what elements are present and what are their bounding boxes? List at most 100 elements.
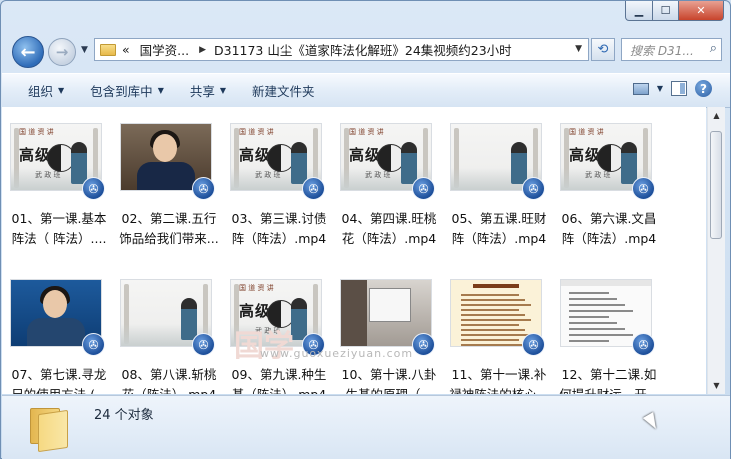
file-name-line2: 花（阵法）.mp4	[341, 231, 437, 246]
share-label: 共享	[189, 84, 215, 99]
dropdown-arrow-icon: ▼	[219, 86, 227, 95]
scroll-thumb[interactable]	[710, 131, 722, 239]
new-folder-button[interactable]: 新建文件夹	[252, 81, 315, 100]
dropdown-arrow-icon: ▼	[58, 86, 65, 95]
dropdown-arrow-icon: ▼	[157, 86, 164, 95]
toolbar-right: ▼ ?	[632, 80, 712, 97]
thumb-subtitle: 武 政 班	[585, 171, 611, 179]
file-name-line2: 基（阵法）.mp4	[226, 385, 332, 394]
media-player-icon: ✇	[82, 177, 105, 200]
breadcrumb-item-parent[interactable]: 国学资...	[140, 40, 189, 59]
change-view-icon[interactable]	[632, 82, 649, 95]
thumb-top-label: 国 道 资 讲	[239, 128, 274, 136]
item-count: 24 个对象	[94, 408, 154, 423]
file-name-line2: 花（阵法）.mp4	[116, 385, 222, 394]
media-player-icon: ✇	[632, 177, 655, 200]
media-player-icon: ✇	[192, 333, 215, 356]
file-name-line2: 阵（阵法）.mp4	[451, 231, 547, 246]
search-input[interactable]: 搜索 D31... ⌕	[621, 38, 722, 61]
media-player-icon: ✇	[522, 333, 545, 356]
file-name-line2: 何提升财运、开...	[556, 385, 662, 394]
file-name-line2: 饰品给我们带来...	[119, 231, 219, 246]
file-name: 11、第十一课.补禄神阵法的核心...	[446, 365, 552, 394]
file-name-line1: 11、第十一课.补	[451, 367, 547, 382]
file-name-line2: 禄神阵法的核心...	[446, 385, 552, 394]
thumb-top-label: 国 道 资 讲	[19, 128, 54, 136]
file-name: 04、第四课.旺桃 花（阵法）.mp4	[336, 209, 442, 249]
include-library-menu[interactable]: 包含到库中 ▼	[90, 81, 164, 100]
file-name: 07、第七课.寻龙尺的使用方法 (...	[6, 365, 112, 394]
back-button[interactable]: ←	[12, 36, 44, 68]
thumb-subtitle: 武 政 班	[365, 171, 391, 179]
thumb-title: 高级	[239, 146, 272, 164]
media-player-icon: ✇	[412, 177, 435, 200]
file-list: 国 道 资 讲高级武 政 班 ✇ 01、第一课.基本 阵法（ 阵法）.... ✇ 02、第…	[2, 107, 706, 394]
file-name-line2: 阵法（ 阵法）....	[11, 231, 107, 246]
file-name-line1: 05、第五课.旺财	[451, 211, 547, 226]
media-player-icon: ✇	[192, 177, 215, 200]
view-dropdown-icon[interactable]: ▼	[657, 84, 663, 93]
file-name-line1: 02、第二课.五行	[121, 211, 217, 226]
file-name-line1: 12、第十二课.如	[561, 367, 657, 382]
file-name-line2: 阵（阵法）.mp4	[231, 231, 327, 246]
refresh-icon: ⟲	[597, 42, 609, 57]
thumb-title: 高级	[349, 146, 382, 164]
include-library-label: 包含到库中	[90, 84, 153, 99]
details-pane: 24 个对象	[2, 395, 730, 459]
scroll-up-icon[interactable]: ▲	[708, 107, 725, 124]
close-button[interactable]: ✕	[679, 1, 724, 21]
maximize-button[interactable]: ☐	[653, 1, 679, 21]
address-dropdown-icon[interactable]: ▼	[575, 44, 582, 54]
search-icon[interactable]: ⌕	[710, 41, 717, 56]
folder-large-icon	[30, 404, 74, 453]
folder-icon	[100, 43, 116, 56]
file-name-line1: 09、第九课.种生	[231, 367, 327, 382]
organize-label: 组织	[28, 84, 54, 99]
thumb-title: 高级	[239, 302, 272, 320]
command-bar: 组织 ▼ 包含到库中 ▼ 共享 ▼ 新建文件夹 ▼ ?	[2, 73, 730, 108]
new-folder-label: 新建文件夹	[252, 84, 315, 99]
file-name: 03、第三课.讨债 阵（阵法）.mp4	[226, 209, 332, 249]
search-placeholder: 搜索 D31...	[630, 44, 694, 58]
file-name-line1: 06、第六课.文昌	[561, 211, 657, 226]
file-name: 06、第六课.文昌 阵（阵法）.mp4	[556, 209, 662, 249]
file-name-line1: 08、第八课.斩桃	[121, 367, 217, 382]
vertical-scrollbar[interactable]: ▲ ▼	[707, 107, 725, 394]
thumb-top-label: 国 道 资 讲	[349, 128, 384, 136]
media-player-icon: ✇	[412, 333, 435, 356]
file-name-line2: 尺的使用方法 (...	[6, 385, 112, 394]
file-name-line1: 07、第七课.寻龙	[11, 367, 107, 382]
forward-button[interactable]: →	[48, 38, 76, 66]
file-name: 09、第九课.种生基（阵法）.mp4	[226, 365, 332, 394]
file-name-line1: 10、第十课.八卦	[341, 367, 437, 382]
media-player-icon: ✇	[302, 177, 325, 200]
organize-menu[interactable]: 组织 ▼	[28, 81, 64, 100]
file-name-line1: 03、第三课.讨债	[231, 211, 327, 226]
thumb-top-label: 国 道 资 讲	[569, 128, 604, 136]
address-bar[interactable]: « 国学资... ▶ D31173 山尘《道家阵法化解班》24集视频约23小时 …	[94, 38, 589, 61]
breadcrumb-overflow[interactable]: «	[122, 42, 130, 57]
media-player-icon: ✇	[522, 177, 545, 200]
forward-arrow-icon: →	[55, 43, 69, 61]
file-name-line1: 01、第一课.基本	[11, 211, 107, 226]
file-name: 05、第五课.旺财 阵（阵法）.mp4	[446, 209, 552, 249]
breadcrumb-separator-icon[interactable]: ▶	[199, 45, 206, 55]
help-icon[interactable]: ?	[695, 80, 712, 97]
back-arrow-icon: ←	[20, 41, 36, 63]
breadcrumb-item-current[interactable]: D31173 山尘《道家阵法化解班》24集视频约23小时	[214, 40, 512, 59]
thumb-subtitle: 武 政 班	[255, 171, 281, 179]
file-name-line2: 阵（阵法）.mp4	[561, 231, 657, 246]
minimize-button[interactable]: ▁	[625, 1, 653, 21]
preview-pane-icon[interactable]	[671, 81, 687, 96]
refresh-button[interactable]: ⟲	[591, 38, 615, 61]
file-name: 02、第二课.五行 饰品给我们带来...	[116, 209, 222, 249]
explorer-window: ▁ ☐ ✕ ← → ▼ « 国学资... ▶ D31173 山尘《道家阵法化解班…	[0, 0, 731, 459]
file-name: 10、第十课.八卦生基的原理（...	[336, 365, 442, 394]
share-menu[interactable]: 共享 ▼	[190, 81, 226, 100]
watermark-url: www.guoxueziyuan.com	[260, 347, 414, 360]
file-name: 12、第十二课.如何提升财运、开...	[556, 365, 662, 394]
caption-buttons: ▁ ☐ ✕	[625, 1, 724, 21]
scroll-down-icon[interactable]: ▼	[708, 377, 725, 394]
recent-locations-dropdown[interactable]: ▼	[81, 45, 88, 55]
file-name-line1: 04、第四课.旺桃	[341, 211, 437, 226]
